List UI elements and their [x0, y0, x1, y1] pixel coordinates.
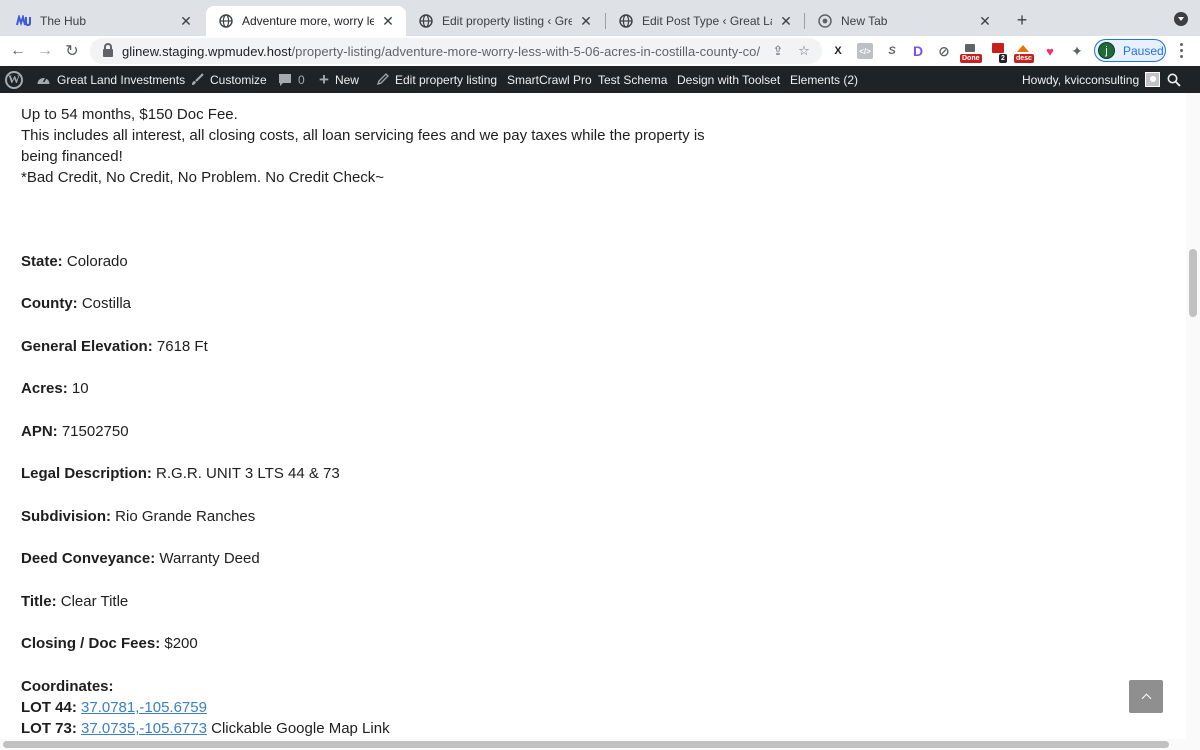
admin-bar-toolset[interactable]: Design with Toolset [677, 66, 780, 93]
globe-icon [618, 13, 634, 29]
lot-44-map-link[interactable]: 37.0781,-105.6759 [81, 699, 207, 716]
field-county: County: Costilla [21, 295, 132, 312]
plus-icon: + [319, 69, 329, 89]
field-title: Title: Clear Title [21, 593, 129, 610]
extension-desc-icon[interactable]: desc [1014, 43, 1034, 63]
intro-line: Up to 54 months, $150 Doc Fee. [21, 106, 238, 123]
browser-menu-icon[interactable] [1180, 43, 1184, 59]
extension-count-icon[interactable]: 2 [990, 43, 1007, 63]
horizontal-scrollbar-thumb[interactable] [3, 741, 1169, 748]
forward-icon[interactable]: → [34, 40, 56, 62]
tab-edit-property-listing[interactable]: Edit property listing ‹ Great La ✕ [406, 6, 604, 36]
admin-bar-comments[interactable]: 0 [278, 66, 305, 93]
lot-44-coordinates: LOT 44: 37.0781,-105.6759 [21, 699, 207, 716]
close-icon[interactable]: ✕ [778, 13, 794, 29]
reload-icon[interactable]: ↻ [61, 40, 83, 62]
field-apn: APN: 71502750 [21, 423, 129, 440]
tab-title: Edit Post Type ‹ Great Land Inv [642, 14, 772, 28]
comment-bubble-icon [278, 73, 292, 87]
scroll-to-top-button[interactable] [1129, 680, 1163, 713]
share-icon[interactable]: ⇪ [770, 43, 786, 59]
admin-bar-customize[interactable]: Customize [190, 66, 267, 93]
browser-toolbar: ← → ↻ glinew.staging.wpmudev.host/proper… [0, 36, 1200, 66]
intro-line: This includes all interest, all closing … [21, 127, 705, 165]
extension-d-icon[interactable]: D [910, 43, 926, 59]
wp-admin-bar: W Great Land Investments Customize 0 + N… [0, 66, 1200, 93]
paintbrush-icon [190, 72, 204, 87]
new-tab-button[interactable]: + [1012, 10, 1032, 30]
avatar [1145, 72, 1161, 87]
profile-avatar: j [1098, 42, 1115, 59]
browser-tab-strip: The Hub ✕ Adventure more, worry less wi … [0, 0, 1200, 36]
field-elevation: General Elevation: 7618 Ft [21, 338, 208, 355]
coordinates-heading: Coordinates: [21, 678, 114, 695]
field-closing-fees: Closing / Doc Fees: $200 [21, 635, 198, 652]
field-subdivision: Subdivision: Rio Grande Ranches [21, 508, 256, 525]
admin-bar-elements[interactable]: Elements (2) [790, 66, 858, 93]
extension-code-icon[interactable]: </> [857, 43, 873, 59]
close-icon[interactable]: ✕ [578, 13, 594, 29]
profile-status: Paused [1123, 43, 1164, 58]
tab-search-icon[interactable] [1174, 12, 1188, 26]
address-bar[interactable]: glinew.staging.wpmudev.host/property-lis… [90, 38, 822, 64]
dashboard-gauge-icon [36, 73, 51, 86]
extensions-puzzle-icon[interactable]: ✦ [1069, 43, 1085, 59]
admin-bar-search-icon[interactable] [1167, 66, 1181, 93]
close-icon[interactable]: ✕ [178, 13, 194, 29]
wpmudev-icon [16, 13, 32, 29]
bookmark-star-icon[interactable]: ☆ [796, 43, 812, 59]
tab-title: New Tab [841, 14, 888, 28]
profile-button[interactable]: j Paused [1094, 39, 1166, 62]
pencil-icon [376, 73, 389, 86]
admin-bar-smartcrawl[interactable]: SmartCrawl Pro [507, 66, 592, 93]
field-legal-description: Legal Description: R.G.R. UNIT 3 LTS 44 … [21, 465, 340, 482]
vertical-scrollbar-thumb[interactable] [1189, 249, 1197, 317]
vertical-scrollbar[interactable] [1186, 93, 1200, 739]
back-icon[interactable]: ← [7, 40, 29, 62]
admin-bar-new[interactable]: + New [319, 66, 359, 93]
tab-title: Edit property listing ‹ Great La [442, 14, 572, 28]
field-deed-conveyance: Deed Conveyance: Warranty Deed [21, 550, 260, 567]
tab-adventure-listing[interactable]: Adventure more, worry less wi ✕ [206, 6, 406, 36]
close-icon[interactable]: ✕ [380, 13, 396, 29]
extension-compass-icon[interactable]: ⊘ [936, 43, 952, 59]
admin-bar-site-name[interactable]: Great Land Investments [36, 66, 185, 93]
globe-icon [418, 13, 434, 29]
extension-s-icon[interactable]: S [884, 43, 900, 59]
tab-title: The Hub [40, 14, 87, 28]
extension-done-icon[interactable]: Done [960, 43, 982, 63]
globe-icon [218, 13, 234, 29]
intro-line: *Bad Credit, No Credit, No Problem. No C… [21, 169, 385, 186]
tab-title: Adventure more, worry less wi [242, 14, 374, 28]
admin-bar-test-schema[interactable]: Test Schema [598, 66, 667, 93]
close-icon[interactable]: ✕ [977, 13, 993, 29]
admin-bar-my-account[interactable]: Howdy, kvicconsulting [1022, 66, 1161, 93]
horizontal-scrollbar[interactable] [0, 739, 1200, 750]
extension-heart-icon[interactable]: ♥ [1042, 43, 1058, 59]
lot-73-map-link[interactable]: 37.0735,-105.6773 [81, 720, 207, 737]
lock-icon[interactable] [103, 43, 113, 57]
url-text[interactable]: glinew.staging.wpmudev.host/property-lis… [122, 44, 760, 59]
wordpress-logo-icon[interactable]: W [5, 66, 23, 93]
tab-new-tab[interactable]: New Tab ✕ [805, 6, 1003, 36]
financing-intro: Up to 54 months, $150 Doc Fee. This incl… [21, 104, 721, 188]
extension-x-icon[interactable]: X [830, 43, 846, 59]
tab-edit-post-type[interactable]: Edit Post Type ‹ Great Land Inv ✕ [606, 6, 804, 36]
chrome-icon [817, 13, 833, 29]
tab-the-hub[interactable]: The Hub ✕ [4, 6, 204, 36]
lot-73-coordinates: LOT 73: 37.0735,-105.6773 Clickable Goog… [21, 720, 390, 737]
admin-bar-edit-listing[interactable]: Edit property listing [376, 66, 497, 93]
field-acres: Acres: 10 [21, 380, 89, 397]
field-state: State: Colorado [21, 253, 128, 270]
page-content: Up to 54 months, $150 Doc Fee. This incl… [0, 93, 1186, 739]
